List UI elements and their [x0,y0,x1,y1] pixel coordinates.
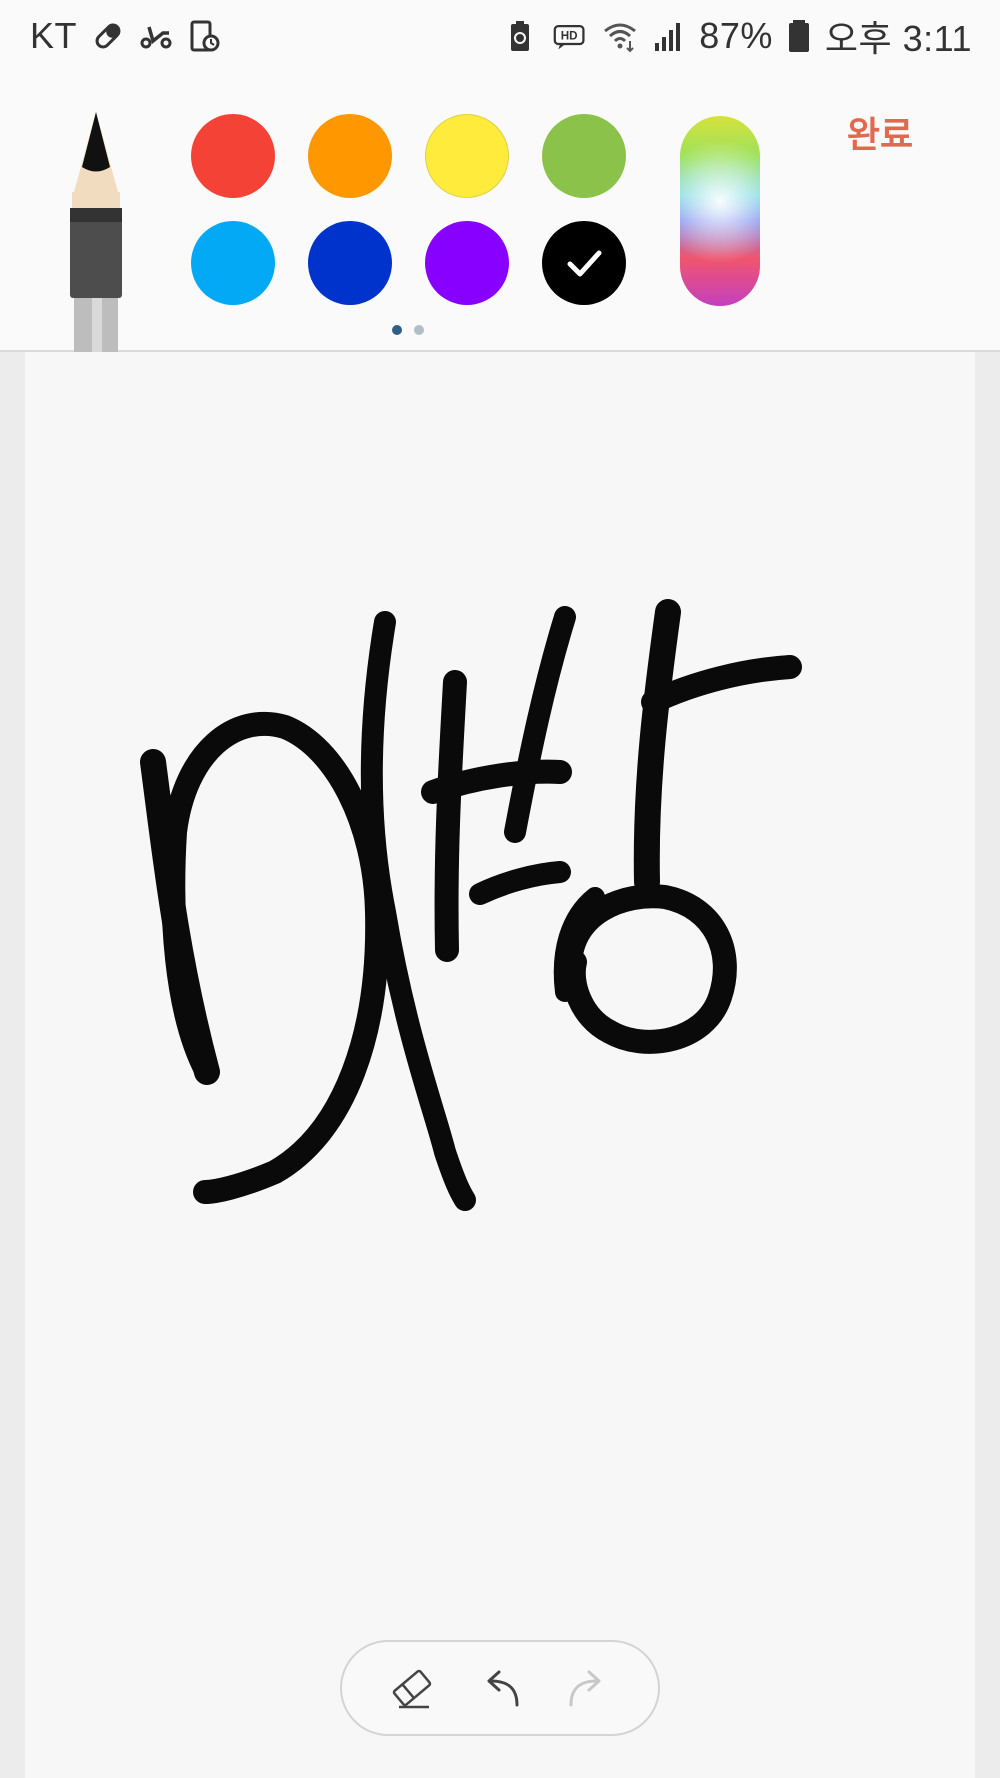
wifi-icon [603,19,637,53]
stroke [558,884,737,1054]
stroke [469,861,571,905]
battery-percent: 87% [699,15,773,56]
undo-button[interactable] [470,1658,530,1718]
handwriting-strokes [140,599,802,1211]
page-indicator-dot[interactable] [414,325,424,335]
color-swatch-light-blue[interactable] [191,221,275,305]
clock: 오후 3:11 [824,18,972,59]
status-bar: KT HD 87% 오후 3:11 [0,0,1000,72]
stroke [504,606,576,843]
drawing-canvas[interactable] [25,352,975,1778]
signal-icon [651,19,685,53]
color-swatch-purple[interactable] [425,221,509,305]
color-swatch-orange[interactable] [308,114,392,198]
checkmark-icon [567,250,602,277]
stroke [161,711,390,1204]
hd-voice-icon: HD [551,19,589,53]
screen-timer-icon [187,19,221,53]
redo-icon [569,1670,601,1707]
color-swatch-black[interactable] [542,221,626,305]
stroke [633,599,681,895]
color-swatch-green[interactable] [542,114,626,198]
stroke [434,670,467,962]
custom-color-spectrum[interactable] [680,116,760,306]
bandage-icon [91,19,125,53]
battery-recycle-icon [503,19,537,53]
pen-toolbar: 완료 [0,72,1000,352]
redo-button[interactable] [558,1658,618,1718]
battery-icon [787,19,811,53]
eraser-icon [392,1669,432,1709]
color-swatch-yellow[interactable] [425,114,509,198]
brush-pen-icon[interactable] [66,112,126,352]
scooter-icon [139,19,173,53]
drawing-tools-bar [340,1640,660,1736]
stroke [641,655,802,714]
carrier-label: KT [30,15,78,56]
done-button[interactable]: 완료 [830,102,930,162]
color-swatch-red[interactable] [191,114,275,198]
hd-badge-text: HD [561,30,578,43]
eraser-button[interactable] [382,1658,442,1718]
undo-icon [487,1670,519,1707]
stroke [421,759,572,804]
color-swatch-blue[interactable] [308,221,392,305]
page-indicator-dot-active [392,325,402,335]
